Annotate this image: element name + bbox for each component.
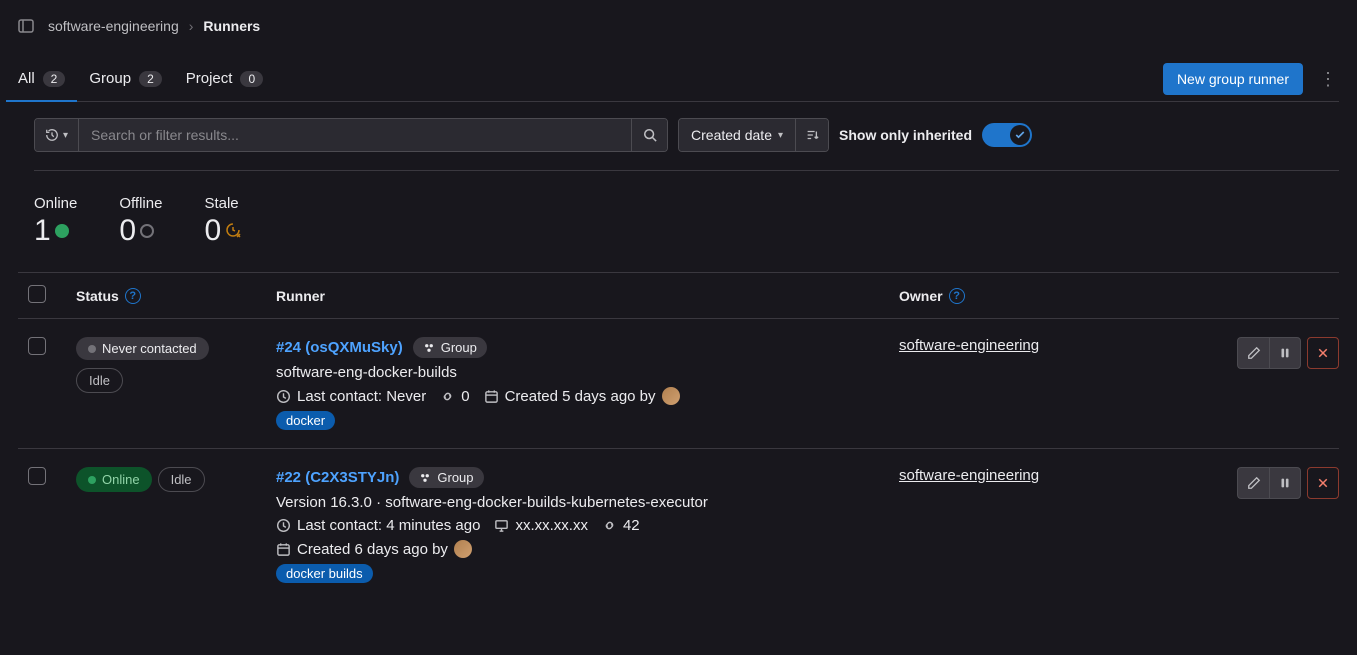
tab-all-label: All	[18, 70, 35, 87]
owner-link[interactable]: software-engineering	[899, 467, 1039, 484]
stat-online-value: 1	[34, 214, 51, 248]
select-all-checkbox[interactable]	[28, 285, 46, 303]
status-badge: Online	[76, 467, 152, 492]
column-status: Status ?	[76, 288, 276, 304]
chevron-right-icon: ›	[189, 18, 194, 34]
stale-icon	[225, 222, 241, 241]
idle-badge: Idle	[76, 368, 123, 393]
pause-button[interactable]	[1269, 467, 1301, 499]
stat-offline: Offline 0	[119, 195, 162, 248]
monitor-icon	[494, 518, 509, 533]
tab-all[interactable]: All 2	[18, 56, 65, 101]
pause-icon	[1278, 346, 1292, 360]
sort-dropdown[interactable]: Created date ▾	[679, 119, 796, 151]
tab-project[interactable]: Project 0	[186, 56, 263, 101]
status-badge: Never contacted	[76, 337, 209, 360]
chevron-down-icon: ▾	[778, 130, 783, 141]
offline-dot-icon	[140, 224, 154, 238]
job-count: 42	[602, 517, 640, 534]
tab-project-label: Project	[186, 70, 233, 87]
clock-icon	[276, 518, 291, 533]
status-dot-icon	[88, 476, 96, 484]
runner-tag: docker builds	[276, 564, 373, 583]
edit-button[interactable]	[1237, 467, 1269, 499]
stat-online: Online 1	[34, 195, 77, 248]
tab-group[interactable]: Group 2	[89, 56, 161, 101]
idle-badge: Idle	[158, 467, 205, 492]
stat-offline-label: Offline	[119, 195, 162, 212]
avatar[interactable]	[662, 387, 680, 405]
history-icon	[45, 128, 59, 142]
close-icon	[1317, 347, 1329, 359]
last-contact: Last contact: 4 minutes ago	[276, 517, 480, 534]
show-only-inherited-label: Show only inherited	[839, 127, 972, 143]
sort-label: Created date	[691, 127, 772, 143]
column-owner: Owner ?	[899, 288, 1179, 304]
created-info: Created 5 days ago by	[484, 387, 680, 405]
ip-address: xx.xx.xx.xx	[494, 517, 588, 534]
job-count: 0	[440, 388, 469, 405]
search-button[interactable]	[631, 119, 667, 151]
runner-description: software-eng-docker-builds	[276, 364, 899, 381]
new-group-runner-button[interactable]: New group runner	[1163, 63, 1303, 95]
tab-group-label: Group	[89, 70, 131, 87]
recent-searches-button[interactable]: ▾	[35, 119, 79, 151]
pencil-icon	[1247, 476, 1261, 490]
column-runner: Runner	[276, 288, 899, 304]
calendar-icon	[484, 389, 499, 404]
runner-tag: docker	[276, 411, 335, 430]
scope-badge: Group	[409, 467, 483, 488]
owner-link[interactable]: software-engineering	[899, 337, 1039, 354]
pause-icon	[1278, 476, 1292, 490]
help-icon[interactable]: ?	[949, 288, 965, 304]
breadcrumb-parent[interactable]: software-engineering	[48, 18, 179, 34]
table-row: Never contacted Idle #24 (osQXMuSky) Gro…	[18, 319, 1339, 449]
help-icon[interactable]: ?	[125, 288, 141, 304]
stat-online-label: Online	[34, 195, 77, 212]
clock-icon	[276, 389, 291, 404]
online-dot-icon	[55, 224, 69, 238]
runner-id-link[interactable]: #22 (C2X3STYJn)	[276, 469, 399, 486]
edit-button[interactable]	[1237, 337, 1269, 369]
search-icon	[643, 128, 657, 142]
scope-badge: Group	[413, 337, 487, 358]
group-icon	[419, 472, 431, 484]
show-only-inherited-toggle[interactable]	[982, 123, 1032, 147]
delete-button[interactable]	[1307, 337, 1339, 369]
link-icon	[602, 518, 617, 533]
group-icon	[423, 342, 435, 354]
sort-icon	[805, 128, 819, 142]
chevron-down-icon: ▾	[63, 130, 68, 141]
sidebar-toggle-icon[interactable]	[18, 18, 34, 34]
pencil-icon	[1247, 346, 1261, 360]
avatar[interactable]	[454, 540, 472, 558]
last-contact: Last contact: Never	[276, 388, 426, 405]
status-dot-icon	[88, 345, 96, 353]
row-checkbox[interactable]	[28, 467, 46, 485]
close-icon	[1317, 477, 1329, 489]
more-actions-icon[interactable]: ⋮	[1317, 71, 1339, 87]
pause-button[interactable]	[1269, 337, 1301, 369]
stat-stale-value: 0	[204, 214, 221, 248]
breadcrumb: software-engineering › Runners	[48, 18, 260, 34]
link-icon	[440, 389, 455, 404]
table-row: Online Idle #22 (C2X3STYJn) Group Versio…	[18, 449, 1339, 601]
breadcrumb-current: Runners	[203, 18, 260, 34]
runner-description: Version 16.3.0 · software-eng-docker-bui…	[276, 494, 899, 511]
search-input[interactable]	[79, 119, 631, 151]
stat-offline-value: 0	[119, 214, 136, 248]
delete-button[interactable]	[1307, 467, 1339, 499]
tab-all-count: 2	[43, 71, 66, 87]
check-icon	[1010, 125, 1030, 145]
stat-stale-label: Stale	[204, 195, 241, 212]
calendar-icon	[276, 542, 291, 557]
stat-stale: Stale 0	[204, 195, 241, 248]
tab-group-count: 2	[139, 71, 162, 87]
runner-id-link[interactable]: #24 (osQXMuSky)	[276, 339, 403, 356]
row-checkbox[interactable]	[28, 337, 46, 355]
sort-direction-button[interactable]	[796, 119, 828, 151]
created-info: Created 6 days ago by	[276, 540, 472, 558]
tab-project-count: 0	[240, 71, 263, 87]
